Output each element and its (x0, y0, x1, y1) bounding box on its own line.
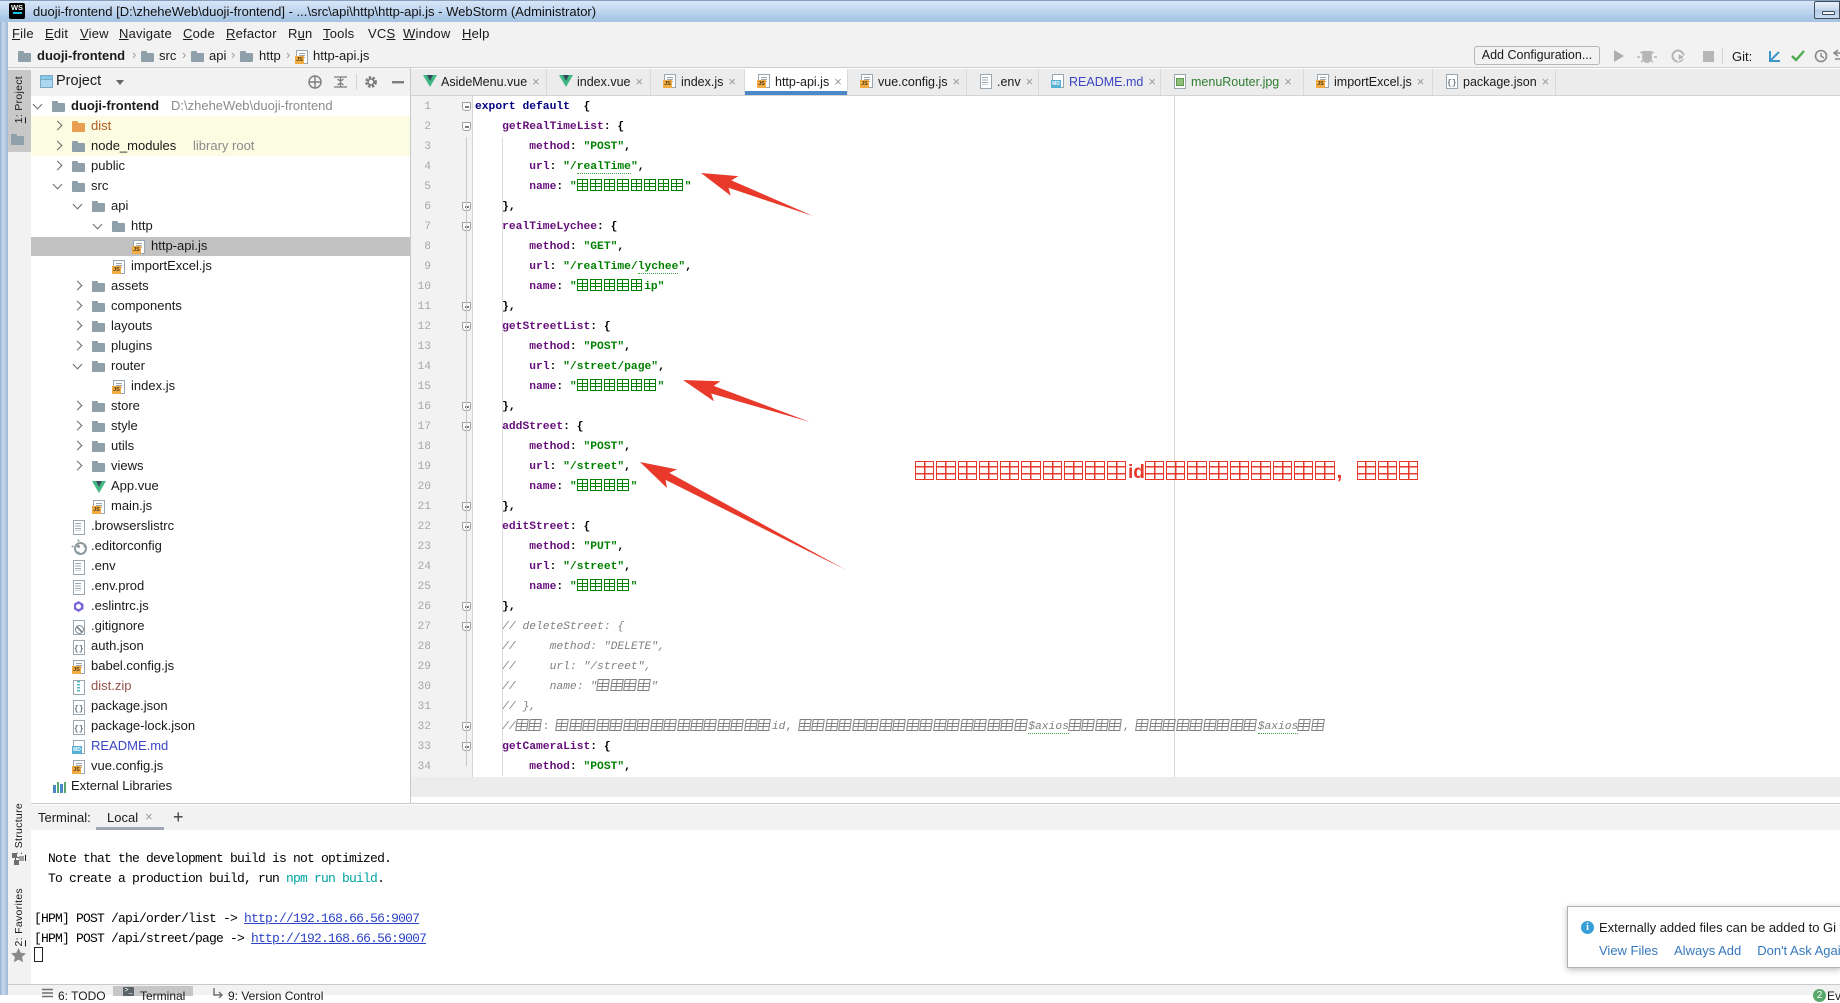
svg-text:Git:: Git: (1732, 49, 1752, 64)
